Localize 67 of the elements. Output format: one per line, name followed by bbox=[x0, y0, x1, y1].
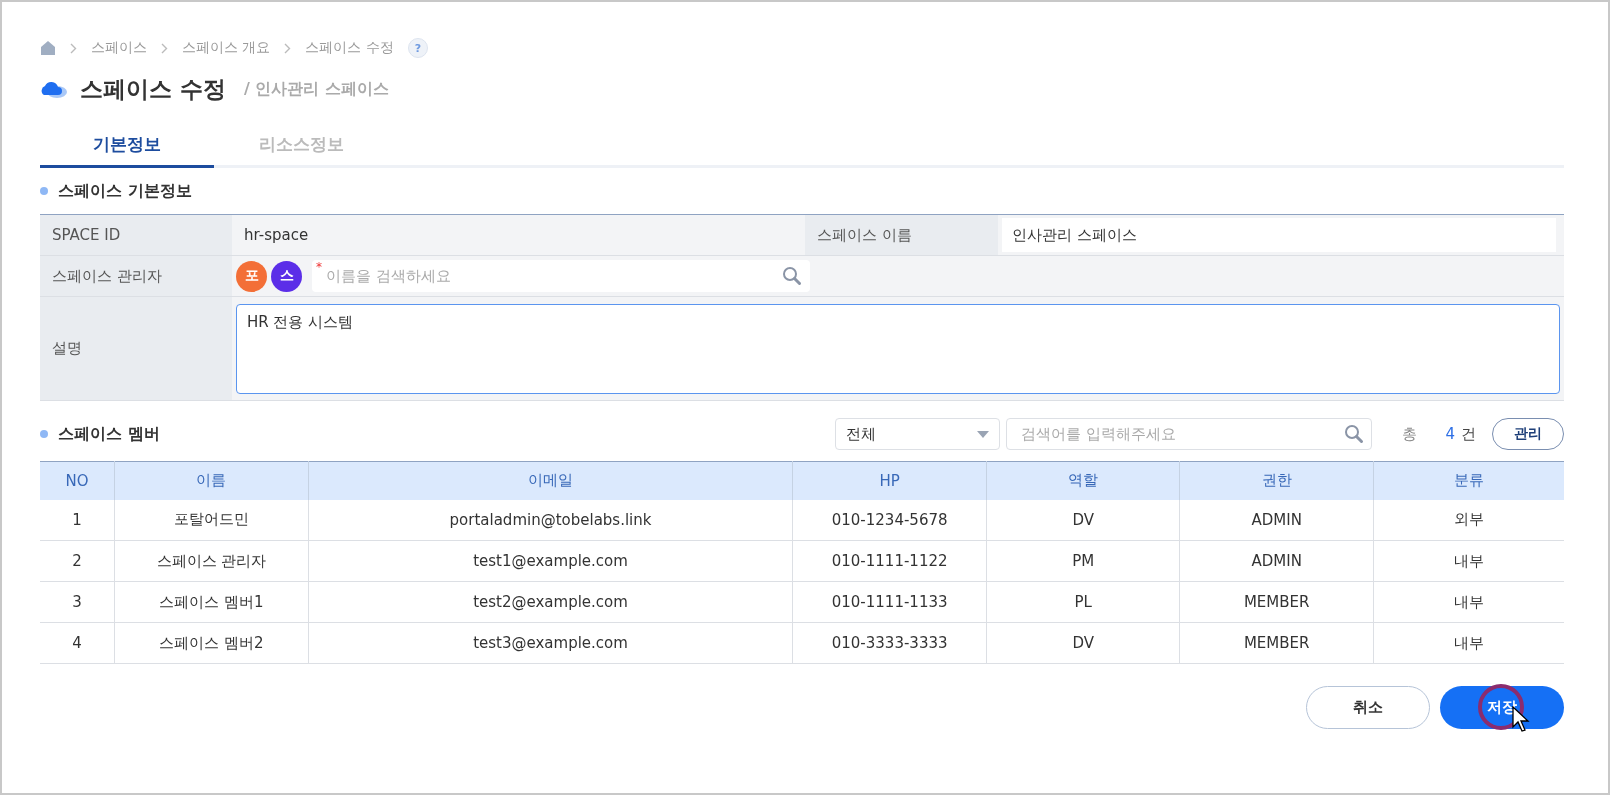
required-mark: * bbox=[316, 260, 322, 274]
filter-dropdown[interactable]: 전체 bbox=[835, 418, 1001, 450]
table-cell: ADMIN bbox=[1179, 540, 1374, 582]
field-value: hr-space bbox=[232, 215, 805, 256]
column-header: 권한 bbox=[1179, 461, 1374, 500]
tab[interactable]: 기본정보 bbox=[40, 123, 214, 168]
table-cell: 포탈어드민 bbox=[114, 499, 309, 541]
field-label: 설명 bbox=[40, 297, 232, 401]
section-title: 스페이스 멤버 bbox=[58, 423, 160, 445]
table-cell: 외부 bbox=[1373, 499, 1564, 541]
table-cell: test1@example.com bbox=[308, 540, 793, 582]
count-unit: 건 bbox=[1461, 424, 1476, 444]
column-header: HP bbox=[792, 461, 987, 500]
section-title: 스페이스 기본정보 bbox=[58, 180, 192, 202]
table-cell: ADMIN bbox=[1179, 499, 1374, 541]
caret-icon bbox=[977, 430, 990, 438]
search-icon[interactable] bbox=[1344, 424, 1365, 444]
chevron-icon bbox=[161, 42, 168, 54]
search-icon[interactable] bbox=[782, 266, 802, 286]
table-cell: 010-1111-1122 bbox=[792, 540, 987, 582]
cancel-button[interactable]: 취소 bbox=[1306, 686, 1430, 729]
table-cell: 010-3333-3333 bbox=[792, 622, 987, 664]
table-cell: MEMBER bbox=[1179, 622, 1374, 664]
field-label: 스페이스 관리자 bbox=[40, 256, 232, 297]
input-field[interactable]: 인사관리 스페이스 bbox=[1002, 218, 1556, 252]
table-cell: test2@example.com bbox=[308, 581, 793, 623]
table-cell: 내부 bbox=[1373, 581, 1564, 623]
table-cell: MEMBER bbox=[1179, 581, 1374, 623]
manage-button[interactable]: 관리 bbox=[1492, 418, 1564, 450]
description-field[interactable]: HR 전용 시스템 bbox=[236, 303, 1560, 394]
table-cell: 2 bbox=[40, 540, 115, 582]
chevron-icon bbox=[284, 42, 292, 54]
table-cell: 3 bbox=[40, 581, 115, 623]
table-cell: 4 bbox=[40, 622, 115, 664]
table-cell: 내부 bbox=[1373, 622, 1564, 664]
field-label: SPACE ID bbox=[40, 215, 232, 256]
field-label: 스페이스 이름 bbox=[805, 215, 998, 256]
column-header: 이메일 bbox=[308, 461, 793, 500]
column-header: NO bbox=[40, 461, 115, 500]
user-avatar: 스 bbox=[271, 260, 302, 292]
table-cell: PL bbox=[986, 581, 1180, 623]
table-cell: DV bbox=[986, 622, 1180, 664]
home-icon[interactable] bbox=[40, 40, 56, 56]
page-title: 스페이스 수정 bbox=[80, 74, 226, 104]
cloud-icon bbox=[40, 79, 68, 99]
table-cell: test3@example.com bbox=[308, 622, 793, 664]
table-cell: 1 bbox=[40, 499, 115, 541]
table-cell: 스페이스 멤버1 bbox=[114, 581, 309, 623]
table-cell: 내부 bbox=[1373, 540, 1564, 582]
page-subtitle: / 인사관리 스페이스 bbox=[244, 78, 389, 100]
table-cell: 010-1111-1133 bbox=[792, 581, 987, 623]
table-cell: 010-1234-5678 bbox=[792, 499, 987, 541]
user-avatar: 포 bbox=[236, 260, 267, 292]
total-count: 4 bbox=[1445, 425, 1455, 443]
table-cell: 스페이스 멤버2 bbox=[114, 622, 309, 664]
bullet-dot bbox=[40, 430, 48, 438]
table-cell: DV bbox=[986, 499, 1180, 541]
bullet-dot bbox=[40, 187, 48, 195]
member-search-field[interactable]: 검색어를 입력해주세요 bbox=[1006, 418, 1373, 450]
table-cell: PM bbox=[986, 540, 1180, 582]
column-header: 역할 bbox=[986, 461, 1180, 500]
column-header: 이름 bbox=[114, 461, 309, 500]
total-label: 총 bbox=[1402, 424, 1418, 444]
chevron-icon bbox=[70, 42, 77, 54]
table-cell: portaladmin@tobelabs.link bbox=[308, 499, 793, 541]
table-cell: 스페이스 관리자 bbox=[114, 540, 309, 582]
column-header: 분류 bbox=[1373, 461, 1564, 500]
